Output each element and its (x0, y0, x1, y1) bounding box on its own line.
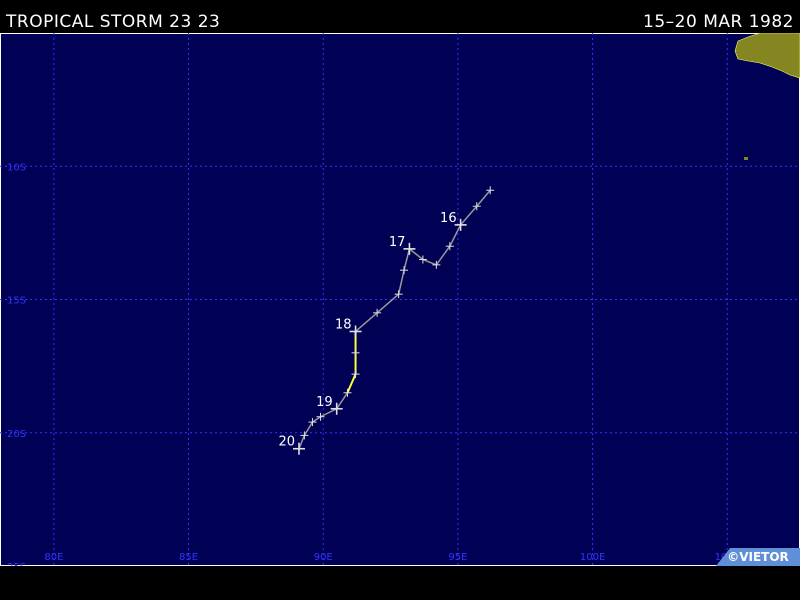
track-map: 10S15S20S25S80E85E90E95E100E105E 1617181… (0, 33, 800, 566)
day-label-18: 18 (335, 317, 352, 332)
small-island (744, 157, 748, 160)
storm-title: TROPICAL STORM 23 23 (6, 12, 221, 32)
lat-label-10S: 10S (7, 162, 26, 173)
lon-label-100E: 100E (580, 552, 605, 563)
lon-label-80E: 80E (44, 552, 63, 563)
day-label-20: 20 (278, 435, 295, 450)
lon-label-85E: 85E (179, 552, 198, 563)
lon-label-90E: 90E (314, 552, 333, 563)
lat-label-20S: 20S (7, 429, 26, 440)
day-label-17: 17 (389, 235, 406, 250)
lon-label-95E: 95E (448, 552, 467, 563)
date-range: 15–20 MAR 1982 (643, 12, 794, 32)
header: TROPICAL STORM 23 23 15–20 MAR 1982 (0, 0, 800, 33)
day-label-19: 19 (316, 395, 333, 410)
lat-label-25S: 25S (7, 562, 26, 566)
day-label-16: 16 (440, 211, 457, 226)
vietor-credit: ©VIETOR (716, 548, 800, 566)
lat-label-15S: 15S (7, 296, 26, 307)
